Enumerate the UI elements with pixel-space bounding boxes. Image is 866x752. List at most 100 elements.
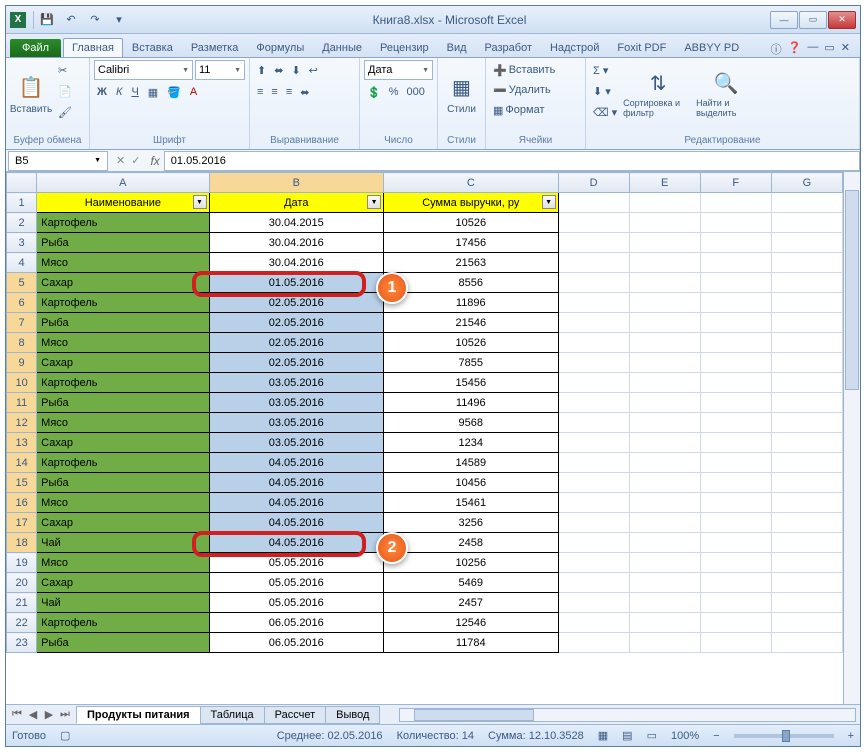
row-header[interactable]: 17 [7,513,37,533]
cell-empty[interactable] [558,533,629,553]
align-left-button[interactable]: ≡ [254,82,266,102]
cell-name[interactable]: Мясо [37,493,209,513]
cell-empty[interactable] [700,213,771,233]
cell-name[interactable]: Картофель [37,613,209,633]
font-color-button[interactable]: A [187,82,200,102]
cell-name[interactable]: Рыба [37,473,209,493]
cell-empty[interactable] [629,573,700,593]
cell-name[interactable]: Сахар [37,273,209,293]
view-normal-icon[interactable]: ▦ [598,729,608,742]
col-header-D[interactable]: D [558,173,629,193]
cell-empty[interactable] [629,513,700,533]
name-box[interactable]: B5▼ [8,151,108,171]
cell-name[interactable]: Мясо [37,333,209,353]
wrap-text-button[interactable]: ↩ [306,60,321,80]
cell-empty[interactable] [700,613,771,633]
redo-button[interactable]: ↷ [85,10,105,30]
save-button[interactable]: 💾 [37,10,57,30]
cell-empty[interactable] [771,473,842,493]
cell-date[interactable]: 01.05.2016 [209,273,384,293]
cell-name[interactable]: Сахар [37,353,209,373]
paste-button[interactable]: 📋 Вставить [10,60,52,126]
cell-empty[interactable] [771,553,842,573]
cell-empty[interactable] [771,373,842,393]
cell-empty[interactable] [700,473,771,493]
cell-sum[interactable]: 15456 [384,373,559,393]
cell-empty[interactable] [629,613,700,633]
col-header-C[interactable]: C [384,173,559,193]
cell-name[interactable]: Чай [37,593,209,613]
cell-date[interactable]: 02.05.2016 [209,313,384,333]
doc-restore-icon[interactable]: ▭ [824,41,834,57]
cell-empty[interactable] [629,633,700,653]
font-size-combo[interactable]: 11▼ [195,60,245,80]
cell-empty[interactable] [558,273,629,293]
row-header[interactable]: 12 [7,413,37,433]
cell-empty[interactable] [629,353,700,373]
row-header[interactable]: 8 [7,333,37,353]
horizontal-scrollbar[interactable] [399,708,856,722]
styles-button[interactable]: ▦ Стили [442,60,481,126]
fill-button[interactable]: ⬇ ▾ [590,81,620,101]
qat-customize[interactable]: ▾ [109,10,129,30]
cell-empty[interactable] [700,453,771,473]
cell-date[interactable]: 03.05.2016 [209,413,384,433]
col-header-G[interactable]: G [771,173,842,193]
row-header[interactable]: 4 [7,253,37,273]
row-header[interactable]: 16 [7,493,37,513]
bold-button[interactable]: Ж [94,82,110,102]
cell-empty[interactable] [771,213,842,233]
cell-sum[interactable]: 10526 [384,333,559,353]
cell-empty[interactable] [771,573,842,593]
col-header-A[interactable]: A [37,173,209,193]
cell-empty[interactable] [700,393,771,413]
format-painter-button[interactable]: 🖌 [55,102,75,122]
cell-empty[interactable] [771,233,842,253]
cell-date[interactable]: 05.05.2016 [209,553,384,573]
cell-empty[interactable] [700,353,771,373]
font-name-combo[interactable]: Calibri▼ [94,60,193,80]
cell-empty[interactable] [700,233,771,253]
cell-sum[interactable]: 10256 [384,553,559,573]
cell-empty[interactable] [629,473,700,493]
cell-empty[interactable] [558,613,629,633]
table-header-date[interactable]: Дата▼ [209,193,384,213]
align-mid-button[interactable]: ⬌ [271,60,286,80]
cell-sum[interactable]: 2458 [384,533,559,553]
row-header[interactable]: 5 [7,273,37,293]
align-center-button[interactable]: ≡ [268,82,280,102]
delete-cells-button[interactable]: ➖ Удалить [490,80,554,100]
cell-empty[interactable] [558,433,629,453]
file-tab[interactable]: Файл [10,39,61,57]
cell-date[interactable]: 30.04.2016 [209,253,384,273]
row-header[interactable]: 20 [7,573,37,593]
undo-button[interactable]: ↶ [61,10,81,30]
clear-button[interactable]: ⌫ ▾ [590,102,620,122]
cell-empty[interactable] [771,453,842,473]
cell-empty[interactable] [771,333,842,353]
cell-sum[interactable]: 15461 [384,493,559,513]
cell-date[interactable]: 02.05.2016 [209,293,384,313]
cell-empty[interactable] [558,233,629,253]
cell-empty[interactable] [558,573,629,593]
close-button[interactable]: ✕ [828,11,856,29]
cell-empty[interactable] [629,253,700,273]
merge-button[interactable]: ⬌ [297,82,312,102]
row-header[interactable]: 6 [7,293,37,313]
zoom-slider[interactable] [734,734,834,738]
filter-icon[interactable]: ▼ [367,195,381,209]
row-header[interactable]: 19 [7,553,37,573]
cell-sum[interactable]: 3256 [384,513,559,533]
cell-empty[interactable] [700,293,771,313]
cell-date[interactable]: 05.05.2016 [209,593,384,613]
cell-date[interactable]: 30.04.2016 [209,233,384,253]
cell-empty[interactable] [558,353,629,373]
cell-name[interactable]: Рыба [37,393,209,413]
row-header[interactable]: 21 [7,593,37,613]
doc-close-icon[interactable]: ✕ [841,41,850,57]
tab-developer[interactable]: Разработ [476,38,541,57]
row-header[interactable]: 10 [7,373,37,393]
cell-name[interactable]: Чай [37,533,209,553]
vertical-scrollbar[interactable] [843,172,860,704]
fx-icon[interactable]: fx [146,154,163,168]
